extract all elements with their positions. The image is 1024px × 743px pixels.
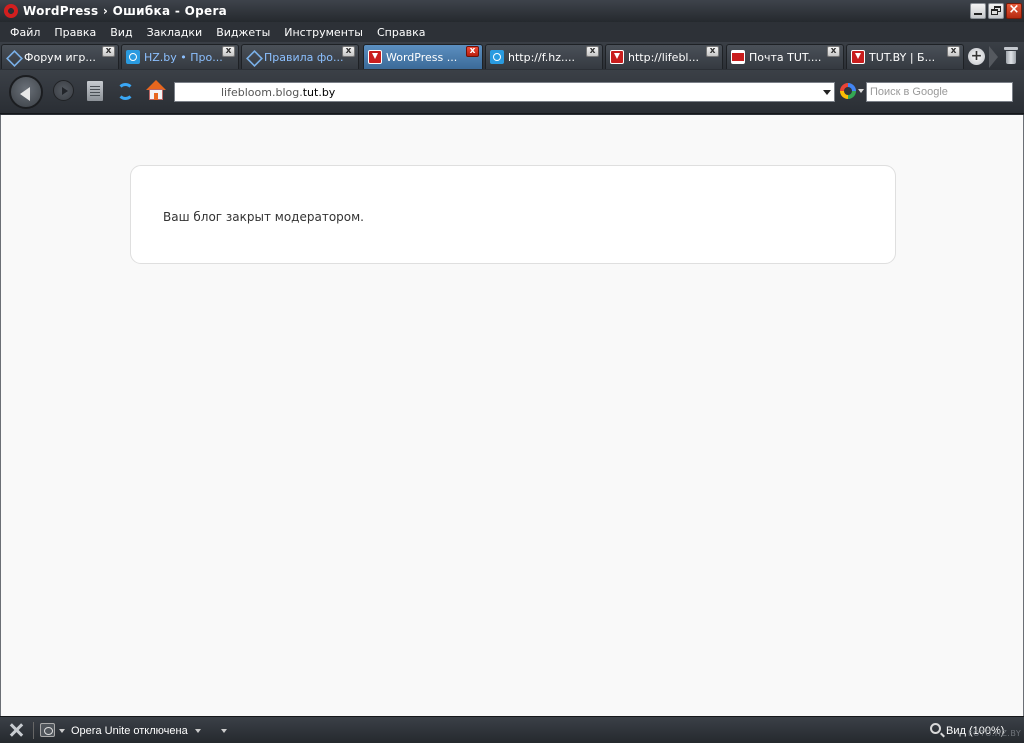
menu-view[interactable]: Вид [103, 26, 139, 39]
tab-close-button[interactable]: x [222, 46, 235, 57]
close-icon: × [1008, 2, 1020, 17]
minimize-icon [974, 13, 982, 15]
tab-close-button[interactable]: x [586, 46, 599, 57]
search-engine-chevron-icon[interactable] [858, 89, 864, 93]
trash-lid [1004, 47, 1018, 50]
tab-tut-by[interactable]: TUT.BY | Б... x [846, 44, 964, 69]
google-icon[interactable] [840, 83, 856, 99]
menu-bar: Файл Правка Вид Закладки Виджеты Инструм… [0, 22, 1024, 42]
page-viewport: Ваш блог закрыт модератором. [0, 115, 1024, 716]
menu-bookmarks[interactable]: Закладки [140, 26, 210, 39]
trash-icon[interactable] [1004, 47, 1018, 65]
title-bar: WordPress › Ошибка - Opera × [0, 0, 1024, 22]
tab-label: Правила фо... [264, 50, 344, 64]
tab-forum-rules[interactable]: Правила фо... x [241, 44, 359, 69]
menu-tools[interactable]: Инструменты [277, 26, 370, 39]
chevron-down-icon[interactable] [195, 729, 201, 733]
close-window-button[interactable]: × [1006, 2, 1022, 19]
address-domain: tut.by [302, 86, 336, 99]
tab-close-button[interactable]: x [947, 46, 960, 57]
panel-toggle-icon[interactable] [9, 723, 23, 737]
tab-close-button[interactable]: x [466, 46, 479, 57]
menu-help[interactable]: Справка [370, 26, 432, 39]
tab-lifebloom[interactable]: http://lifebl... x [605, 44, 723, 69]
hz-icon [126, 50, 140, 64]
tab-mail-tut[interactable]: Почта TUT.... x [726, 44, 844, 69]
search-input[interactable]: Поиск в Google [866, 82, 1013, 102]
address-prefix: lifebloom.blog. [221, 86, 303, 99]
home-icon[interactable] [146, 80, 166, 102]
tab-label: http://lifebl... [628, 50, 699, 64]
tab-label: Форум игр... [24, 50, 96, 64]
minimize-button[interactable] [970, 3, 986, 19]
chevron-down-icon[interactable] [59, 729, 65, 733]
tab-close-button[interactable]: x [706, 46, 719, 57]
zoom-icon[interactable] [930, 723, 941, 734]
opera-unite-icon[interactable] [40, 723, 55, 737]
tab-label: HZ.by • Про... [144, 50, 223, 64]
hz-icon [490, 50, 504, 64]
tab-wordpress[interactable]: WordPress ... x [363, 44, 483, 69]
trash-bin [1006, 51, 1016, 64]
tab-scroll-arrow-icon[interactable] [989, 46, 998, 68]
window-title: WordPress › Ошибка - Opera [23, 4, 228, 18]
status-bar: Opera Unite отключена Вид (100%) [0, 716, 1024, 743]
opera-logo-icon[interactable] [4, 4, 18, 18]
tutby-icon [610, 50, 624, 64]
menu-widgets[interactable]: Виджеты [209, 26, 277, 39]
tab-close-button[interactable]: x [827, 46, 840, 57]
window-controls: × [970, 2, 1022, 19]
tutby-icon [368, 50, 382, 64]
tab-hz-by[interactable]: HZ.by • Про... x [121, 44, 239, 69]
error-message: Ваш блог закрыт модератором. [163, 210, 364, 224]
tab-label: WordPress ... [386, 50, 458, 64]
watermark: FOTO.HZ.BY [968, 729, 1022, 738]
tutby-icon [851, 50, 865, 64]
status-separator [33, 722, 34, 739]
unite-status[interactable]: Opera Unite отключена [71, 725, 188, 737]
tab-label: Почта TUT.... [749, 50, 822, 64]
address-bar[interactable]: lifebloom.blog.tut.by [174, 82, 835, 102]
tab-bar: Форум игр... x HZ.by • Про... x Правила … [0, 42, 1024, 70]
restore-icon-front [991, 9, 998, 15]
navigation-toolbar: lifebloom.blog.tut.by Поиск в Google [0, 70, 1024, 114]
menu-file[interactable]: Файл [3, 26, 47, 39]
reload-icon[interactable] [117, 83, 134, 100]
menu-edit[interactable]: Правка [47, 26, 103, 39]
tab-f-hz[interactable]: http://f.hz.... x [485, 44, 603, 69]
forward-button[interactable] [53, 80, 74, 101]
forum-icon [6, 50, 20, 64]
home-door [154, 93, 158, 100]
back-button[interactable] [9, 75, 43, 109]
chevron-down-icon[interactable] [221, 729, 227, 733]
restore-button[interactable] [988, 3, 1004, 19]
mail-icon [731, 50, 745, 64]
tab-close-button[interactable]: x [102, 46, 115, 57]
page-info-icon[interactable] [87, 81, 103, 101]
error-message-box: Ваш блог закрыт модератором. [130, 165, 896, 264]
forum-icon [246, 50, 260, 64]
new-tab-button[interactable]: + [968, 48, 985, 65]
chevron-down-icon[interactable] [823, 90, 831, 95]
tab-close-button[interactable]: x [342, 46, 355, 57]
tab-label: TUT.BY | Б... [869, 50, 936, 64]
tab-forum-games[interactable]: Форум игр... x [1, 44, 119, 69]
tab-label: http://f.hz.... [508, 50, 575, 64]
